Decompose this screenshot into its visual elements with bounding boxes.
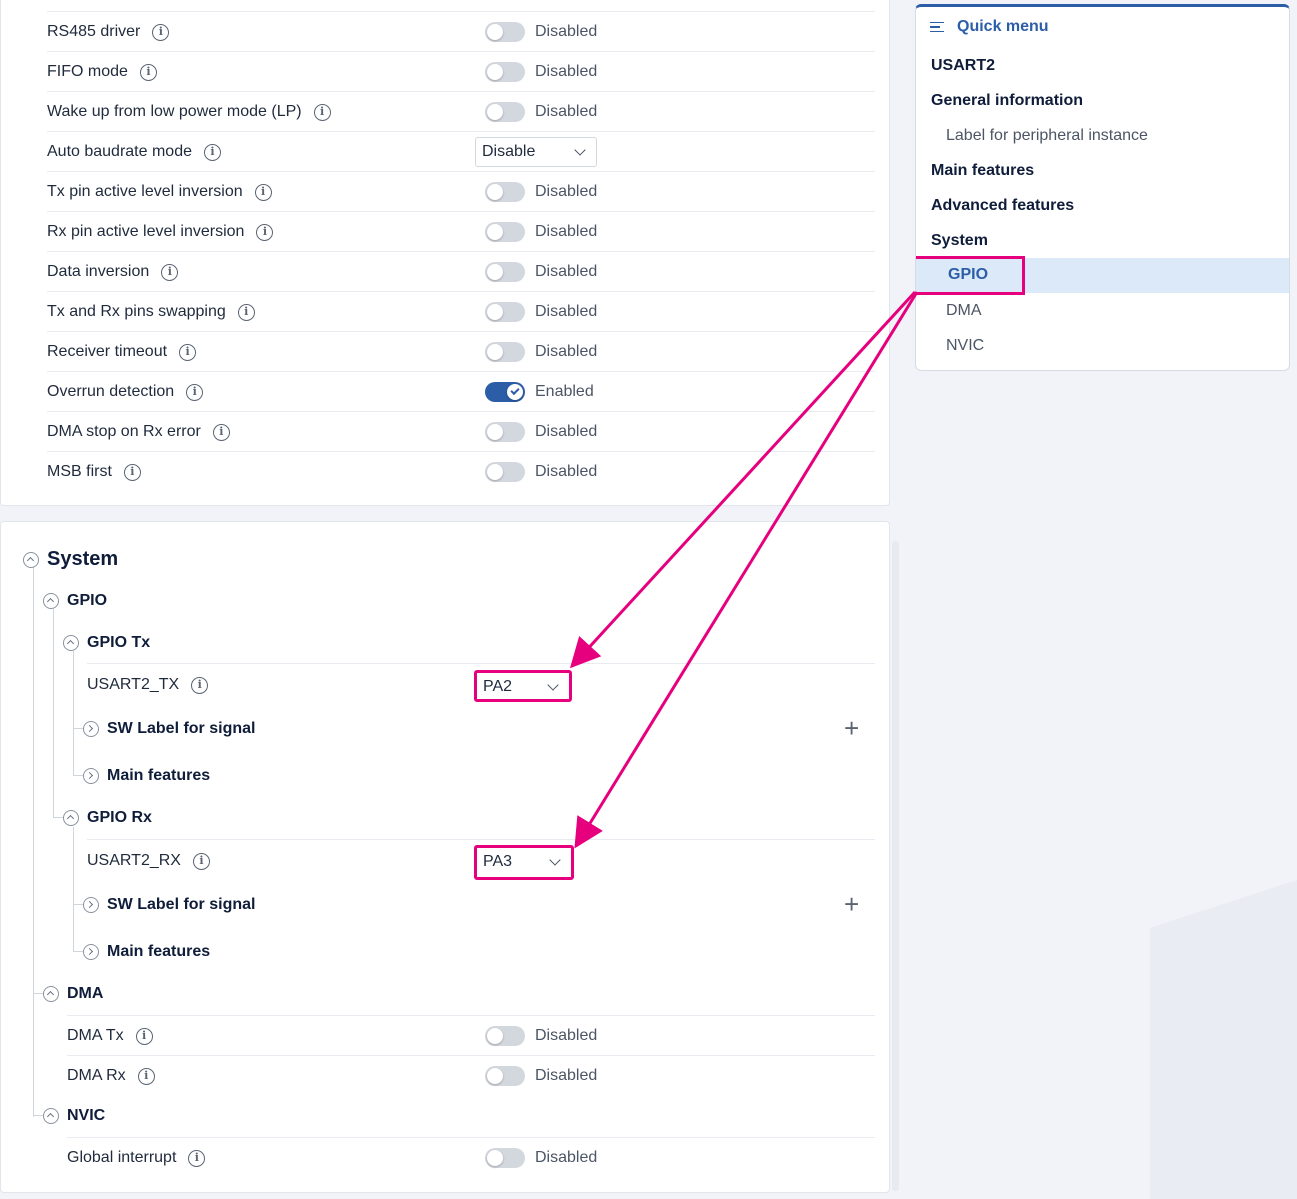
annotation-arrows [569,290,919,849]
annotation-arrow-to-tx [569,290,917,669]
annotation-arrow-to-rx [574,291,919,849]
